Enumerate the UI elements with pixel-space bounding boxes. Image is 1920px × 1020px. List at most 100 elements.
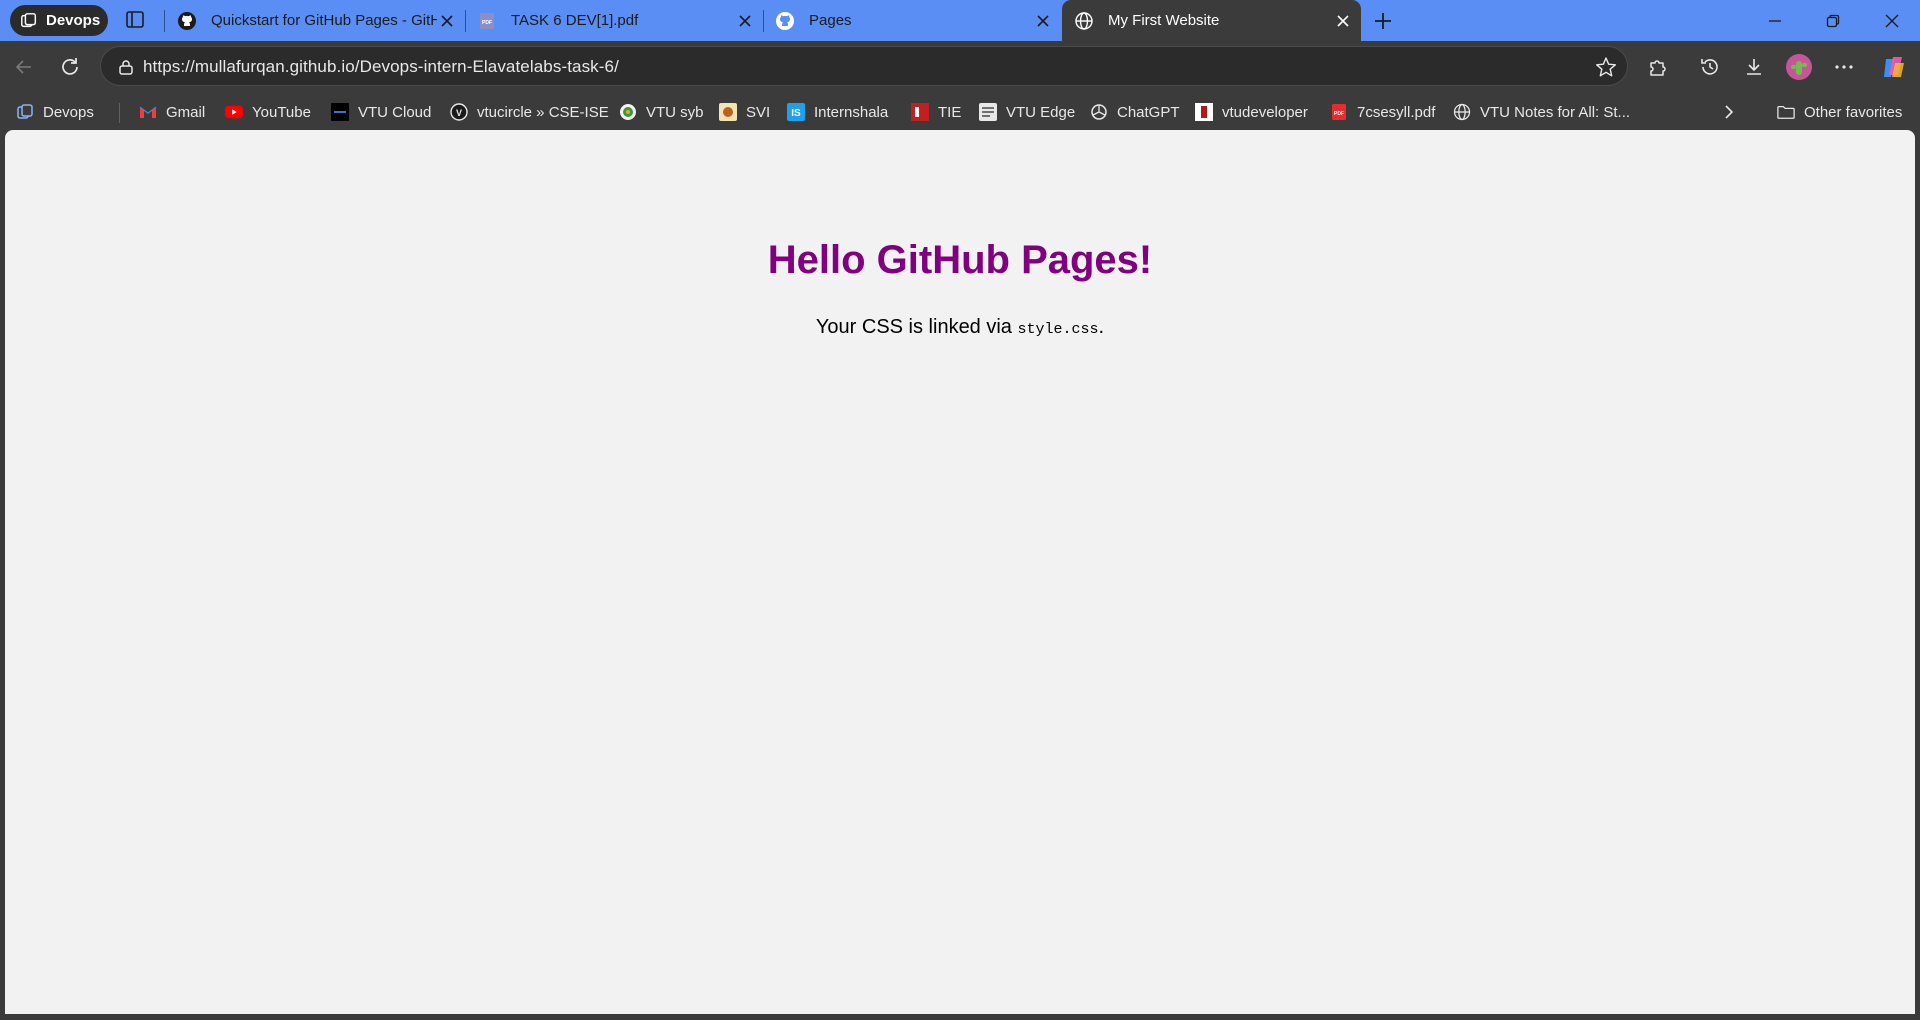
downloads-button[interactable]: [1738, 51, 1770, 83]
restore-button[interactable]: [1805, 0, 1861, 41]
bookmark-label: VTU syb: [646, 103, 704, 121]
bookmark-label: Internshala: [814, 103, 889, 121]
bookmark-label: VTU Edge: [1006, 103, 1076, 121]
settings-more-button[interactable]: [1828, 51, 1860, 83]
tab-title: Quickstart for GitHub Pages - GitHub Doc…: [211, 12, 437, 29]
bookmark-svi[interactable]: SVI: [719, 99, 770, 125]
tab-title: My First Website: [1108, 12, 1220, 29]
history-icon: [1701, 59, 1718, 75]
page-heading: Hello GitHub Pages!: [767, 238, 1153, 282]
vtucircle-icon: V: [450, 103, 468, 121]
bookmark-label: TIE: [938, 103, 962, 121]
bookmark-label: vtucircle » CSE-ISE: [477, 103, 609, 121]
svg-text:IS: IS: [791, 108, 801, 119]
github-icon: [776, 11, 794, 30]
svg-text:PDF: PDF: [482, 20, 492, 26]
plus-icon: [1375, 13, 1391, 29]
svg-text:V: V: [456, 108, 462, 118]
copilot-icon: [1884, 57, 1904, 77]
tab-title: Pages: [809, 12, 852, 29]
history-button[interactable]: [1694, 51, 1726, 83]
copilot-button[interactable]: [1878, 51, 1910, 83]
close-icon[interactable]: [1033, 11, 1053, 31]
bookmark-label: VTU Cloud: [358, 103, 432, 121]
workspace-label: Devops: [46, 12, 101, 29]
bookmark-label: Devops: [43, 103, 94, 121]
more-icon: [1835, 65, 1853, 69]
close-icon[interactable]: [1333, 11, 1353, 31]
extensions-button[interactable]: [1642, 51, 1674, 83]
css-filename: style.css: [1017, 321, 1099, 338]
bookmark-label: SVI: [746, 103, 771, 121]
more-bookmarks-button[interactable]: [1720, 99, 1738, 125]
svi-icon: [719, 103, 737, 121]
avatar: [1786, 54, 1812, 80]
bookmark-vtu-cloud[interactable]: VTU Cloud: [331, 99, 431, 125]
chatgpt-icon: [1090, 103, 1108, 121]
bookmark-devops[interactable]: Devops: [16, 99, 94, 125]
address-bar[interactable]: https://mullafurqan.github.io/Devops-int…: [100, 46, 1628, 86]
vtu-syb-icon: [619, 103, 637, 121]
vtudeveloper-icon: [1195, 103, 1213, 121]
bookmark-label: VTU Notes for All: St...: [1480, 103, 1631, 121]
bookmark-vtu-edge[interactable]: VTU Edge: [979, 99, 1075, 125]
close-icon[interactable]: [437, 11, 457, 31]
bookmark-vtu-syb[interactable]: VTU syb: [619, 99, 704, 125]
tab-actions-icon[interactable]: [122, 8, 148, 32]
bookmark-label: ChatGPT: [1117, 103, 1180, 121]
bookmark-vtudeveloper[interactable]: vtudeveloper: [1195, 99, 1308, 125]
page-viewport: Hello GitHub Pages! Your CSS is linked v…: [5, 130, 1915, 1014]
site-info-icon[interactable]: [117, 58, 135, 76]
bookmark-gmail[interactable]: Gmail: [139, 99, 205, 125]
tie-icon: [911, 103, 929, 121]
bookmark-internshala[interactable]: IS Internshala: [787, 99, 888, 125]
bookmark-tie[interactable]: TIE: [911, 99, 961, 125]
pdf-icon: PDF: [480, 12, 494, 29]
minimize-button[interactable]: [1747, 0, 1803, 41]
navigation-toolbar: https://mullafurqan.github.io/Devops-int…: [0, 41, 1920, 93]
tab-pages[interactable]: Pages: [763, 0, 1061, 41]
puzzle-icon: [1650, 60, 1666, 76]
tab-my-first-website[interactable]: My First Website: [1062, 0, 1361, 41]
youtube-icon: [225, 103, 243, 121]
gmail-icon: [139, 103, 157, 121]
globe-icon: [1453, 103, 1471, 121]
globe-icon: [1075, 11, 1093, 30]
bookmark-chatgpt[interactable]: ChatGPT: [1090, 99, 1180, 125]
vtu-cloud-icon: [331, 103, 349, 121]
back-button[interactable]: [8, 51, 40, 83]
new-tab-button[interactable]: [1370, 8, 1396, 34]
bookmark-label: Gmail: [166, 103, 206, 121]
internshala-icon: IS: [787, 103, 805, 121]
vtu-edge-icon: [979, 103, 997, 121]
bookmark-vtu-notes[interactable]: VTU Notes for All: St...: [1453, 99, 1630, 125]
bookmark-label: 7csesyll.pdf: [1357, 103, 1436, 121]
github-icon: [178, 11, 196, 30]
refresh-button[interactable]: [54, 51, 86, 83]
minimize-icon: [1769, 19, 1781, 22]
download-icon: [1747, 59, 1761, 75]
folder-icon: [1777, 103, 1795, 121]
bookmark-7csesyll-pdf[interactable]: PDF 7csesyll.pdf: [1330, 99, 1435, 125]
paragraph-text: Your CSS is linked via: [815, 316, 1018, 338]
svg-text:PDF: PDF: [1334, 111, 1344, 117]
profile-button[interactable]: [1783, 51, 1815, 83]
paragraph-period: .: [1098, 316, 1105, 338]
tab-quickstart[interactable]: Quickstart for GitHub Pages - GitHub Doc…: [165, 0, 465, 41]
other-favorites[interactable]: Other favorites: [1777, 99, 1902, 125]
bookmark-vtucircle[interactable]: V vtucircle » CSE-ISE: [450, 99, 609, 125]
tab-title: TASK 6 DEV[1].pdf: [511, 12, 639, 29]
url-text[interactable]: https://mullafurqan.github.io/Devops-int…: [143, 57, 619, 77]
workspace-icon: [16, 103, 34, 121]
bookmark-youtube[interactable]: YouTube: [225, 99, 311, 125]
workspace-profile-button[interactable]: Devops: [10, 5, 108, 36]
close-icon[interactable]: [735, 11, 755, 31]
refresh-icon: [62, 58, 78, 75]
restore-icon: [1826, 14, 1840, 27]
favorite-star-icon[interactable]: [1595, 56, 1617, 78]
back-arrow-icon: [15, 60, 31, 74]
favorites-bar: Devops Gmail YouTube VTU Cloud V vtucirc…: [0, 93, 1920, 130]
close-window-button[interactable]: [1864, 0, 1920, 41]
tab-task6-pdf[interactable]: PDF TASK 6 DEV[1].pdf: [465, 0, 763, 41]
tab-strip: Devops Quickstart for GitHub Pages - Git…: [0, 0, 1920, 41]
